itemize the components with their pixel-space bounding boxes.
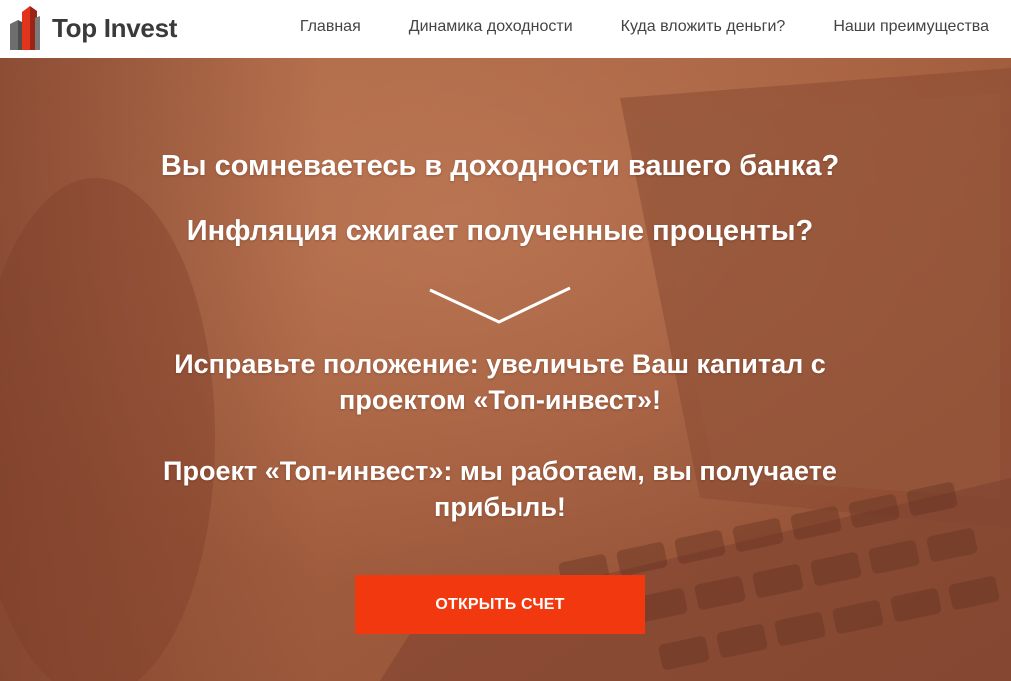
brand-name: Top Invest — [52, 12, 178, 43]
main-nav: Главная Динамика доходности Куда вложить… — [252, 0, 989, 54]
hero-pitch-2: Проект «Топ-инвест»: мы работаем, вы пол… — [163, 456, 837, 522]
nav-yield-dynamics[interactable]: Динамика доходности — [409, 18, 573, 36]
hero-question-1: Вы сомневаетесь в доходности вашего банк… — [160, 150, 840, 182]
chevron-down-icon — [429, 286, 571, 324]
nav-our-advantages[interactable]: Наши преимущества — [833, 18, 989, 36]
hero-pitch-1: Исправьте положение: увеличьте Ваш капит… — [174, 349, 826, 415]
hero-section: Вы сомневаетесь в доходности вашего банк… — [0, 58, 1011, 681]
hero-content: Вы сомневаетесь в доходности вашего банк… — [0, 58, 1011, 681]
building-bars-icon — [10, 6, 40, 50]
nav-where-to-invest[interactable]: Куда вложить деньги? — [621, 18, 786, 36]
landing-page: Top Invest Главная Динамика доходности К… — [0, 0, 1011, 681]
open-account-button[interactable]: ОТКРЫТЬ СЧЕТ — [355, 575, 645, 634]
logo-link[interactable]: Top Invest — [8, 4, 177, 52]
hero-question-2: Инфляция сжигает полученные проценты? — [186, 215, 814, 247]
nav-home[interactable]: Главная — [300, 18, 361, 36]
site-header: Top Invest Главная Динамика доходности К… — [0, 0, 1011, 58]
